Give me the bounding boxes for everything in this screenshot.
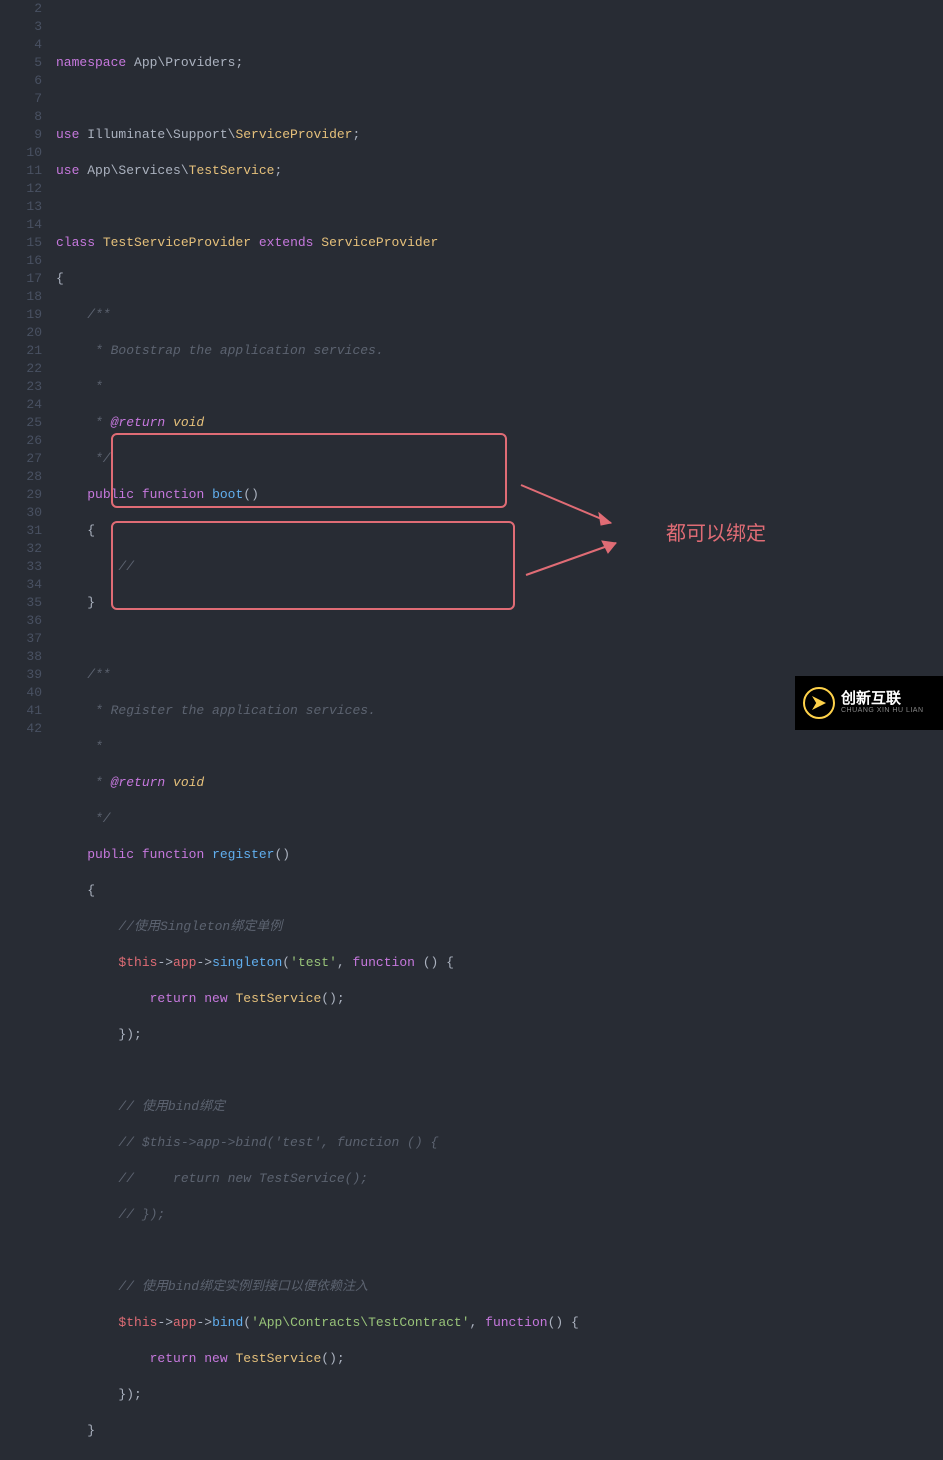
code-area[interactable]: namespace App\Providers; use Illuminate\… bbox=[56, 0, 943, 730]
watermark-logo-icon bbox=[803, 687, 835, 719]
line-number: 34 bbox=[0, 576, 42, 594]
line-number: 19 bbox=[0, 306, 42, 324]
watermark: 创新互联 CHUANG XIN HU LIAN bbox=[795, 676, 943, 730]
line-number: 6 bbox=[0, 72, 42, 90]
line-number: 40 bbox=[0, 684, 42, 702]
line-number: 26 bbox=[0, 432, 42, 450]
annotation-label: 都可以绑定 bbox=[666, 525, 766, 543]
line-number: 33 bbox=[0, 558, 42, 576]
line-number: 13 bbox=[0, 198, 42, 216]
line-number-gutter: 2345678910111213141516171819202122232425… bbox=[0, 0, 56, 730]
line-number: 16 bbox=[0, 252, 42, 270]
line-number: 12 bbox=[0, 180, 42, 198]
line-number: 31 bbox=[0, 522, 42, 540]
line-number: 25 bbox=[0, 414, 42, 432]
line-number: 20 bbox=[0, 324, 42, 342]
line-number: 9 bbox=[0, 126, 42, 144]
line-number: 28 bbox=[0, 468, 42, 486]
line-number: 39 bbox=[0, 666, 42, 684]
line-number: 4 bbox=[0, 36, 42, 54]
namespace-path: App\Providers bbox=[134, 55, 235, 70]
watermark-text-cn: 创新互联 bbox=[841, 691, 924, 708]
line-number: 32 bbox=[0, 540, 42, 558]
code-editor: 2345678910111213141516171819202122232425… bbox=[0, 0, 943, 730]
line-number: 14 bbox=[0, 216, 42, 234]
line-number: 41 bbox=[0, 702, 42, 720]
line-number: 38 bbox=[0, 648, 42, 666]
line-number: 5 bbox=[0, 54, 42, 72]
line-number: 10 bbox=[0, 144, 42, 162]
watermark-text-en: CHUANG XIN HU LIAN bbox=[841, 707, 924, 715]
line-number: 21 bbox=[0, 342, 42, 360]
line-number: 17 bbox=[0, 270, 42, 288]
line-number: 35 bbox=[0, 594, 42, 612]
line-number: 8 bbox=[0, 108, 42, 126]
line-number: 2 bbox=[0, 0, 42, 18]
line-number: 23 bbox=[0, 378, 42, 396]
line-number: 27 bbox=[0, 450, 42, 468]
line-number: 30 bbox=[0, 504, 42, 522]
line-number: 3 bbox=[0, 18, 42, 36]
keyword: namespace bbox=[56, 55, 126, 70]
line-number: 29 bbox=[0, 486, 42, 504]
line-number: 24 bbox=[0, 396, 42, 414]
line-number: 15 bbox=[0, 234, 42, 252]
line-number: 37 bbox=[0, 630, 42, 648]
line-number: 18 bbox=[0, 288, 42, 306]
line-number: 36 bbox=[0, 612, 42, 630]
line-number: 11 bbox=[0, 162, 42, 180]
line-number: 42 bbox=[0, 720, 42, 738]
line-number: 7 bbox=[0, 90, 42, 108]
line-number: 22 bbox=[0, 360, 42, 378]
